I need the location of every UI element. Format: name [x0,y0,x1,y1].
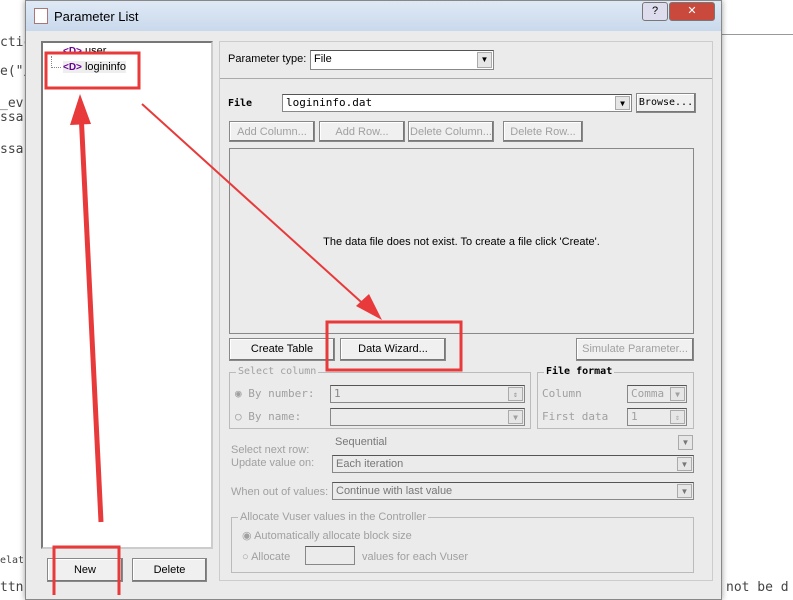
arrow-head-icon [356,294,382,320]
arrow-line [78,111,104,523]
highlight-box-data-wizard [325,320,463,372]
arrow-head-icon [70,94,91,125]
annotation-overlay [44,51,463,595]
highlight-box-logininfo [44,51,141,90]
highlight-box-new [52,545,121,595]
arrow-line [141,103,371,311]
